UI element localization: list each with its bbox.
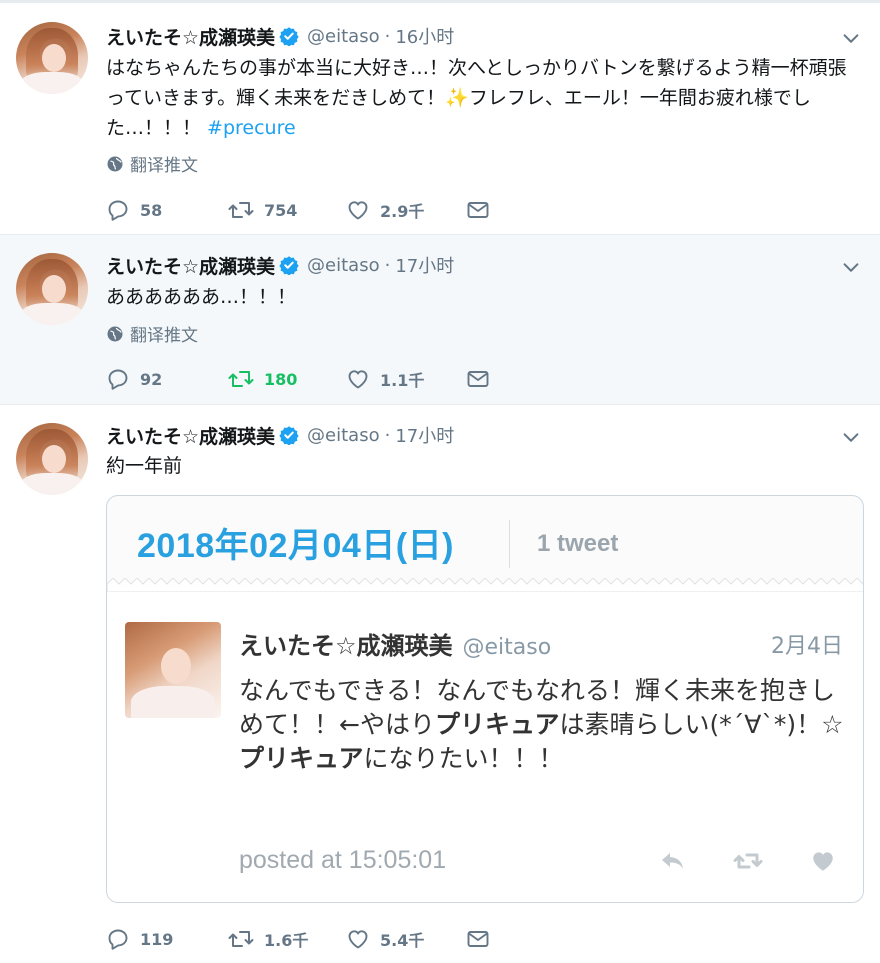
translate-tweet[interactable]: 翻译推文 [106, 151, 198, 176]
separator-dot: · [384, 25, 391, 47]
card-divider [509, 520, 510, 568]
reply-icon [108, 369, 128, 390]
quoted-like-button [809, 848, 837, 874]
retweet-count: 180 [264, 369, 298, 389]
zigzag-divider [107, 578, 863, 592]
reply-count: 58 [140, 200, 163, 220]
retweet-button[interactable]: 754 [228, 198, 346, 222]
translate-label: 翻译推文 [130, 156, 198, 176]
translate-tweet[interactable]: 翻译推文 [106, 321, 198, 346]
retweet-icon [228, 371, 254, 387]
avatar[interactable] [16, 253, 88, 325]
sparkles-icon: ✨ [445, 87, 469, 109]
like-button[interactable]: 2.9千 [346, 198, 466, 222]
chevron-down-icon[interactable] [840, 427, 862, 449]
separator-dot: · [384, 254, 391, 276]
handle[interactable]: @eitaso [307, 26, 380, 47]
reply-button[interactable]: 119 [106, 927, 228, 951]
timestamp[interactable]: 17小时 [395, 252, 454, 278]
envelope-icon [467, 931, 489, 947]
verified-badge-icon [279, 27, 299, 46]
timestamp[interactable]: 16小时 [395, 23, 454, 49]
retweet-icon [228, 202, 254, 218]
timestamp[interactable]: 17小时 [395, 422, 454, 448]
tweet-2[interactable]: えいたそ☆成瀬瑛美 @eitaso · 17小时 ああああああ…！！！ 翻译推文… [0, 235, 880, 405]
tweet-text: はなちゃんたちの事が本当に大好き…！次へとしっかりバトンを繋げるよう精一杯頑張っ… [106, 57, 847, 139]
translate-label: 翻译推文 [130, 326, 198, 346]
retweet-button[interactable]: 1.6千 [228, 927, 346, 951]
posted-time: posted at 15:05:01 [239, 846, 447, 874]
tweet-header: えいたそ☆成瀬瑛美 @eitaso · 17小时 [106, 252, 454, 278]
retweet-button[interactable]: 180 [228, 367, 346, 391]
quoted-handle: @eitaso [462, 635, 552, 660]
heart-icon [348, 370, 368, 389]
reply-arrow-icon [662, 853, 683, 869]
tweet-1[interactable]: えいたそ☆成瀬瑛美 @eitaso · 16小时 はなちゃんたちの事が本当に大好… [0, 3, 880, 235]
card-date: 2018年02月04日(日) [137, 527, 454, 565]
reply-count: 119 [140, 929, 174, 949]
envelope-icon [467, 371, 489, 387]
action-bar: 119 1.6千 5.4千 [106, 925, 490, 953]
quoted-reply-button [659, 849, 687, 873]
globe-icon [107, 156, 123, 171]
action-bar: 58 754 2.9千 [106, 196, 490, 224]
retweet-count: 754 [264, 200, 298, 220]
quoted-tweet[interactable]: えいたそ☆成瀬瑛美 @eitaso 2月4日 なんでもできる！なんでもなれる！輝く… [107, 592, 863, 902]
quoted-display-name: えいたそ☆成瀬瑛美 @eitaso [239, 632, 552, 660]
action-bar: 92 180 1.1千 [106, 365, 490, 393]
tweet-header: えいたそ☆成瀬瑛美 @eitaso · 16小时 [106, 23, 454, 49]
verified-badge-icon [279, 426, 299, 445]
reply-icon [108, 929, 128, 950]
like-button[interactable]: 1.1千 [346, 367, 466, 391]
hashtag-link[interactable]: #precure [207, 117, 296, 139]
like-count: 1.1千 [380, 371, 425, 390]
retweet-count: 1.6千 [264, 931, 309, 950]
quoted-retweet-button [733, 849, 763, 873]
reply-icon [108, 200, 128, 221]
handle[interactable]: @eitaso [307, 255, 380, 276]
retweet-icon [733, 853, 763, 869]
tweet-text: 約一年前 [106, 455, 183, 477]
avatar[interactable] [16, 423, 88, 495]
chevron-down-icon[interactable] [840, 257, 862, 279]
quoted-action-bar [613, 848, 837, 874]
reply-button[interactable]: 92 [106, 367, 228, 391]
embedded-image-card[interactable]: 2018年02月04日(日) 1 tweet えいたそ☆成瀬瑛美 @eitaso … [106, 495, 864, 903]
tweet-3[interactable]: えいたそ☆成瀬瑛美 @eitaso · 17小时 約一年前 2018年02月04… [0, 405, 880, 963]
like-button[interactable]: 5.4千 [346, 927, 466, 951]
chevron-down-icon[interactable] [840, 28, 862, 50]
tweet-header: えいたそ☆成瀬瑛美 @eitaso · 17小时 [106, 422, 454, 448]
heart-icon [348, 201, 368, 220]
quoted-avatar [125, 622, 221, 718]
tweet-text: ああああああ…！！！ [106, 286, 297, 308]
direct-message-button[interactable] [466, 198, 490, 222]
verified-badge-icon [279, 256, 299, 275]
quoted-date: 2月4日 [771, 634, 843, 659]
direct-message-button[interactable] [466, 927, 490, 951]
like-count: 5.4千 [380, 931, 425, 950]
direct-message-button[interactable] [466, 367, 490, 391]
reply-button[interactable]: 58 [106, 198, 228, 222]
quoted-text: なんでもできる！なんでもなれる！輝く未来を抱きしめて！！←やはりプリキュアは素晴… [239, 676, 844, 773]
heart-icon [348, 930, 368, 949]
avatar[interactable] [16, 22, 88, 94]
card-tweet-count: 1 tweet [537, 530, 619, 557]
display-name[interactable]: えいたそ☆成瀬瑛美 [106, 422, 275, 449]
separator-dot: · [384, 424, 391, 446]
display-name[interactable]: えいたそ☆成瀬瑛美 [106, 252, 275, 279]
globe-icon [107, 326, 123, 341]
retweet-icon [228, 931, 254, 947]
reply-count: 92 [140, 369, 163, 389]
envelope-icon [467, 202, 489, 218]
display-name[interactable]: えいたそ☆成瀬瑛美 [106, 23, 275, 50]
like-count: 2.9千 [380, 202, 425, 221]
handle[interactable]: @eitaso [307, 425, 380, 446]
heart-icon [813, 852, 833, 871]
